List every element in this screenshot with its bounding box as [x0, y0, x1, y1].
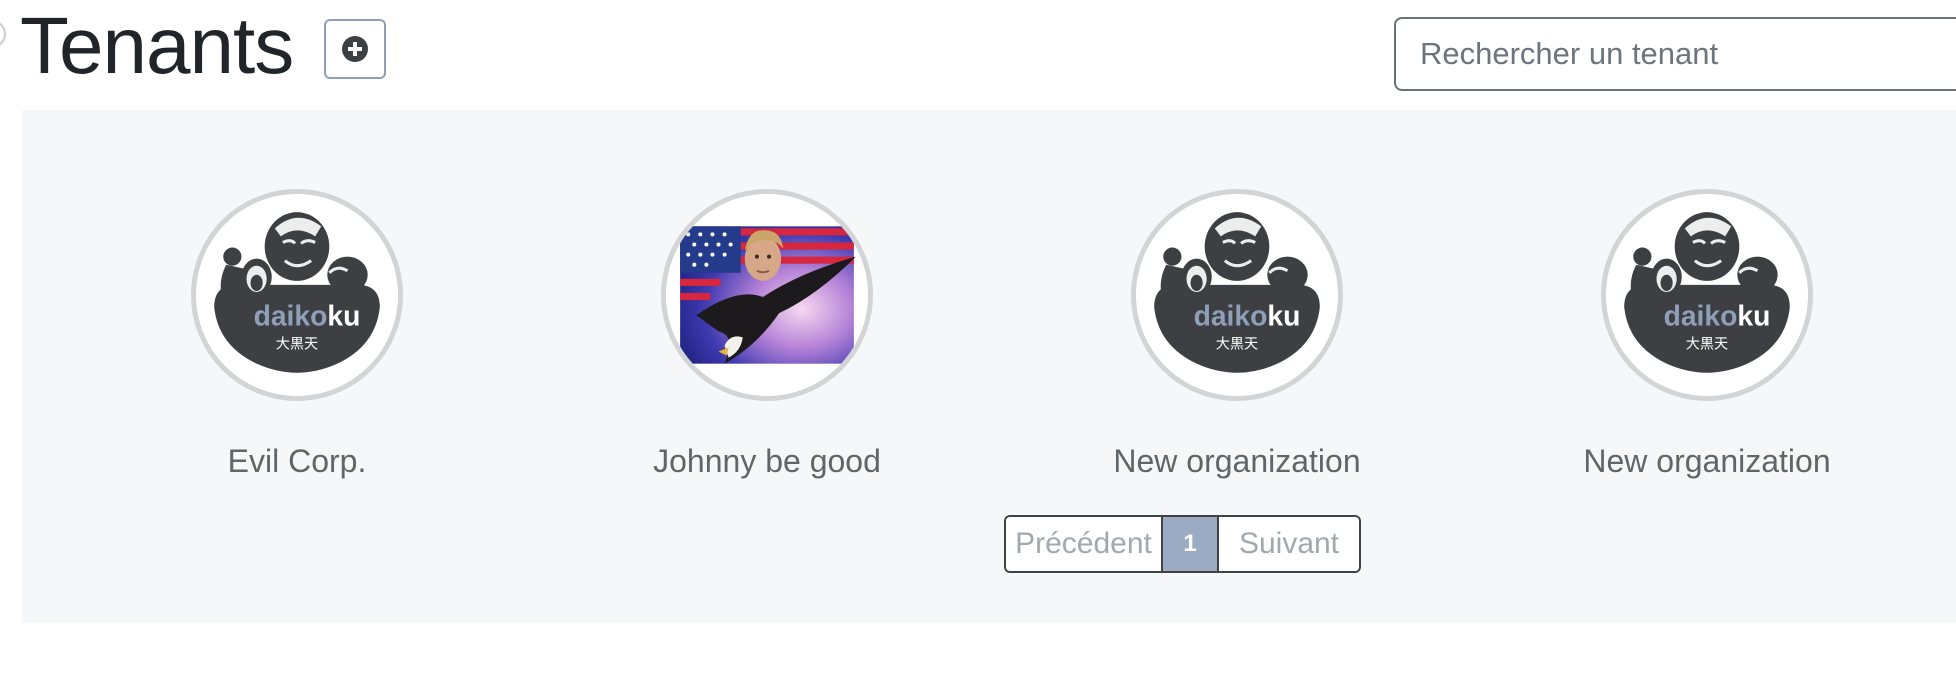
logo-kanji: 大黒天 — [1216, 337, 1258, 353]
daikoku-logo-icon: daikoku 大黒天 — [1136, 194, 1338, 396]
tenants-list: daikoku 大黒天 Evil Corp. Johnny be good da… — [22, 110, 1956, 623]
partial-radio-icon[interactable] — [0, 20, 6, 48]
tenant-avatar[interactable] — [661, 189, 873, 401]
tenant-avatar[interactable]: daikoku 大黒天 — [191, 189, 403, 401]
logo-kanji: 大黒天 — [1686, 337, 1728, 353]
daikoku-logo-icon: daikoku 大黒天 — [196, 194, 398, 396]
tenant-name[interactable]: Johnny be good — [577, 441, 957, 481]
tenants-page: Tenants Rechercher un tenant daikoku 大黒天… — [0, 0, 1956, 676]
previous-page-button[interactable]: Précédent — [1006, 517, 1163, 571]
logo-text: daikoku — [1194, 299, 1301, 331]
page-title: Tenants — [20, 1, 294, 90]
tenant-avatar[interactable]: daikoku 大黒天 — [1601, 189, 1813, 401]
logo-text: daikoku — [254, 299, 361, 331]
add-tenant-button[interactable] — [324, 19, 386, 79]
tenant-name[interactable]: New organization — [1517, 441, 1897, 481]
tenant-card[interactable]: daikoku 大黒天 Evil Corp. — [107, 189, 487, 481]
plus-circle-icon — [342, 36, 368, 62]
next-page-button[interactable]: Suivant — [1219, 517, 1359, 571]
tenant-card[interactable]: daikoku 大黒天 New organization — [1047, 189, 1427, 481]
eagle-flag-photo-icon — [666, 194, 868, 396]
tenant-name[interactable]: Evil Corp. — [107, 441, 487, 481]
tenant-card[interactable]: Johnny be good — [577, 189, 957, 481]
logo-text: daikoku — [1664, 299, 1771, 331]
page-1-button[interactable]: 1 — [1163, 517, 1219, 571]
daikoku-logo-icon: daikoku 大黒天 — [1606, 194, 1808, 396]
logo-kanji: 大黒天 — [276, 337, 318, 353]
search-input[interactable] — [1394, 17, 1956, 91]
tenant-avatar[interactable]: daikoku 大黒天 — [1131, 189, 1343, 401]
tenant-name[interactable]: New organization — [1047, 441, 1427, 481]
pagination: Précédent 1 Suivant — [1004, 515, 1361, 573]
tenant-card[interactable]: daikoku 大黒天 New organization — [1517, 189, 1897, 481]
